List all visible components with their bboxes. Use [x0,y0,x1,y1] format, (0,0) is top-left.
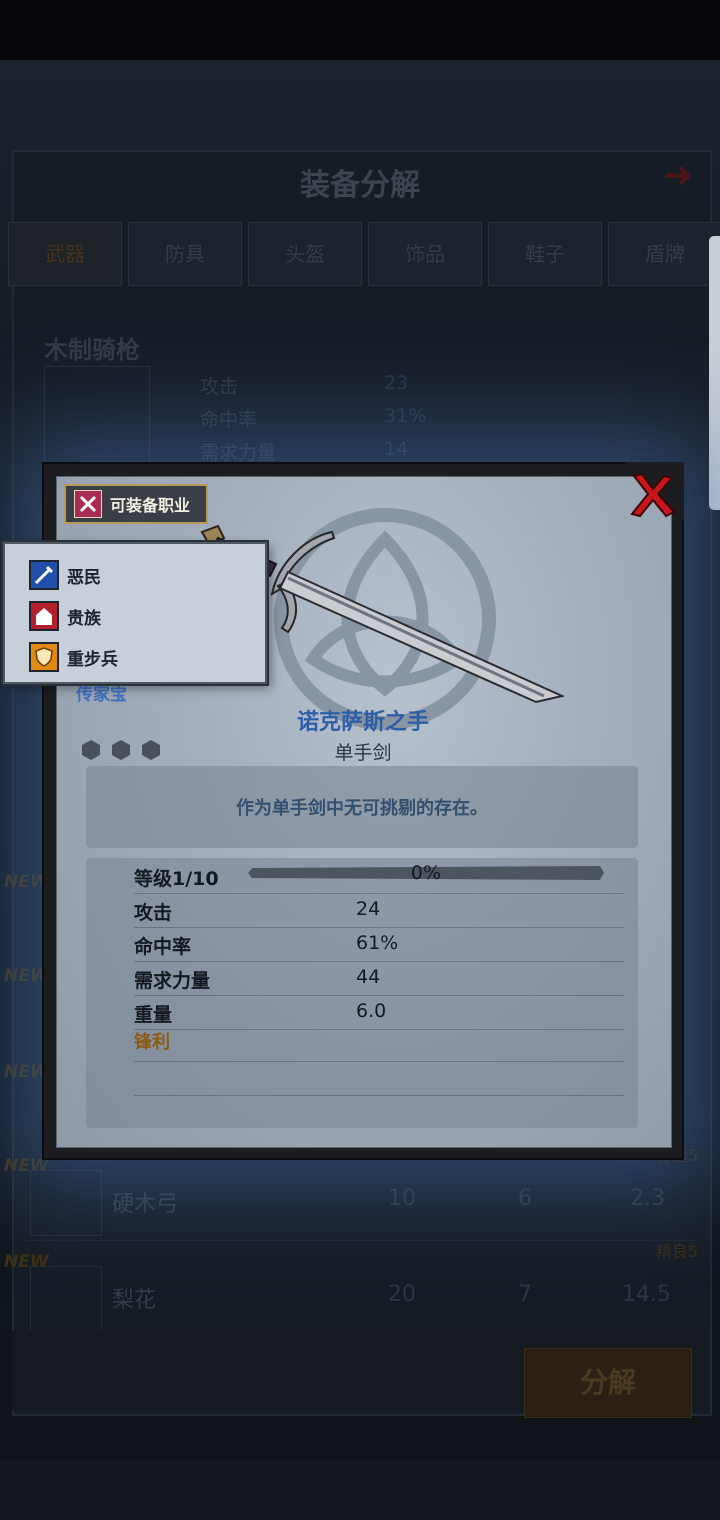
stat-label: 重量 [134,1004,173,1026]
selected-item-name: 木制骑枪 [44,336,140,364]
close-button[interactable] [626,470,678,522]
empty-slot-icon [112,740,130,760]
class-name: 恶民 [67,567,101,588]
level-progress-text: 0% [410,862,442,884]
stat-row-attack: 攻击 24 [134,894,624,928]
class-item-heavy-infantry[interactable]: 重步兵 [29,640,118,674]
equippable-class-label: 可装备职业 [110,496,191,515]
list-item-value: 6 [518,1186,532,1211]
tab-accessory[interactable]: 饰品 [368,222,482,286]
list-item-tag: 精良5 [655,1242,698,1261]
stat-value: 61% [356,932,399,954]
nav-bar [0,1460,720,1520]
flower-weapon-icon [30,1266,102,1332]
stat-label: 需求力量 [134,970,211,992]
list-item-value: 2.3 [630,1186,665,1211]
stat-row-accuracy: 命中率 61% [134,928,624,962]
scrollbar[interactable] [709,236,720,510]
stat-label: 攻击 [134,902,173,924]
shield-icon [29,642,59,672]
crossed-weapons-icon [74,490,102,518]
divider [134,1095,624,1096]
stat-value: 44 [356,966,381,988]
list-item-value: 10 [388,1186,416,1211]
stat-row-strength: 需求力量 44 [134,962,624,996]
tab-armor[interactable]: 防具 [128,222,242,286]
dagger-icon [29,560,59,590]
list-item-name: 梨花 [112,1288,157,1313]
stat-value: 6.0 [356,1000,387,1022]
empty-slot-icon [82,740,100,760]
category-tabs: 武器 防具 头盔 饰品 鞋子 盾牌 [8,222,720,286]
list-item[interactable]: 梨花 20 7 14.5 精良5 [26,1242,698,1337]
divider [134,1061,624,1062]
class-name: 贵族 [67,608,101,629]
list-item[interactable]: 硬木弓 10 6 2.3 普通5 [26,1146,698,1241]
status-bar [0,0,720,60]
stat-label: 命中率 [134,936,192,958]
description-box: 作为单手剑中无可挑剔的存在。 [86,766,638,848]
class-item-noble[interactable]: 贵族 [29,599,101,633]
list-item-name: 硬木弓 [112,1192,179,1217]
list-item-value: 20 [388,1282,416,1307]
bg-stat-label: 需求力量 [200,442,277,464]
bg-stat-label: 命中率 [200,409,258,431]
bg-stat-value: 14 [384,438,409,460]
bow-icon [30,1170,102,1236]
dismantle-button[interactable]: 分解 [524,1348,692,1418]
close-icon [630,472,676,518]
stats-box: 等级1/10 0% 攻击 24 命中率 61% 需求力量 44 重量 6.0 锋… [86,858,638,1128]
selected-item-thumbnail [44,366,150,468]
stat-value: 24 [356,898,381,920]
tab-shield[interactable]: 盾牌 [608,222,720,286]
stat-row-weight: 重量 6.0 [134,996,624,1030]
bg-stat-value: 31% [384,405,427,427]
empty-slot-icon [142,740,160,760]
tab-shoes[interactable]: 鞋子 [488,222,602,286]
item-description: 作为单手剑中无可挑剔的存在。 [236,798,488,819]
castle-icon [29,601,59,631]
level-row: 等级1/10 0% [134,860,624,894]
list-item-value: 7 [518,1282,532,1307]
class-item-rogue[interactable]: 恶民 [29,558,101,592]
tab-weapon[interactable]: 武器 [8,222,122,286]
class-popup: 恶民 贵族 重步兵 [3,542,267,684]
page-title: 装备分解 [300,168,420,203]
class-name: 重步兵 [67,649,118,670]
trait-label: 锋利 [134,1032,170,1053]
back-arrow-icon[interactable]: ➜ [652,156,704,196]
bg-stat-value: 23 [384,372,409,394]
item-name: 诺克萨斯之手 [296,710,429,735]
bg-stat-label: 攻击 [200,376,239,398]
gem-slots [80,739,170,761]
level-label: 等级1/10 [134,868,219,890]
equippable-class-button[interactable]: 可装备职业 [64,484,208,524]
list-item-value: 14.5 [622,1282,671,1307]
tab-helmet[interactable]: 头盔 [248,222,362,286]
